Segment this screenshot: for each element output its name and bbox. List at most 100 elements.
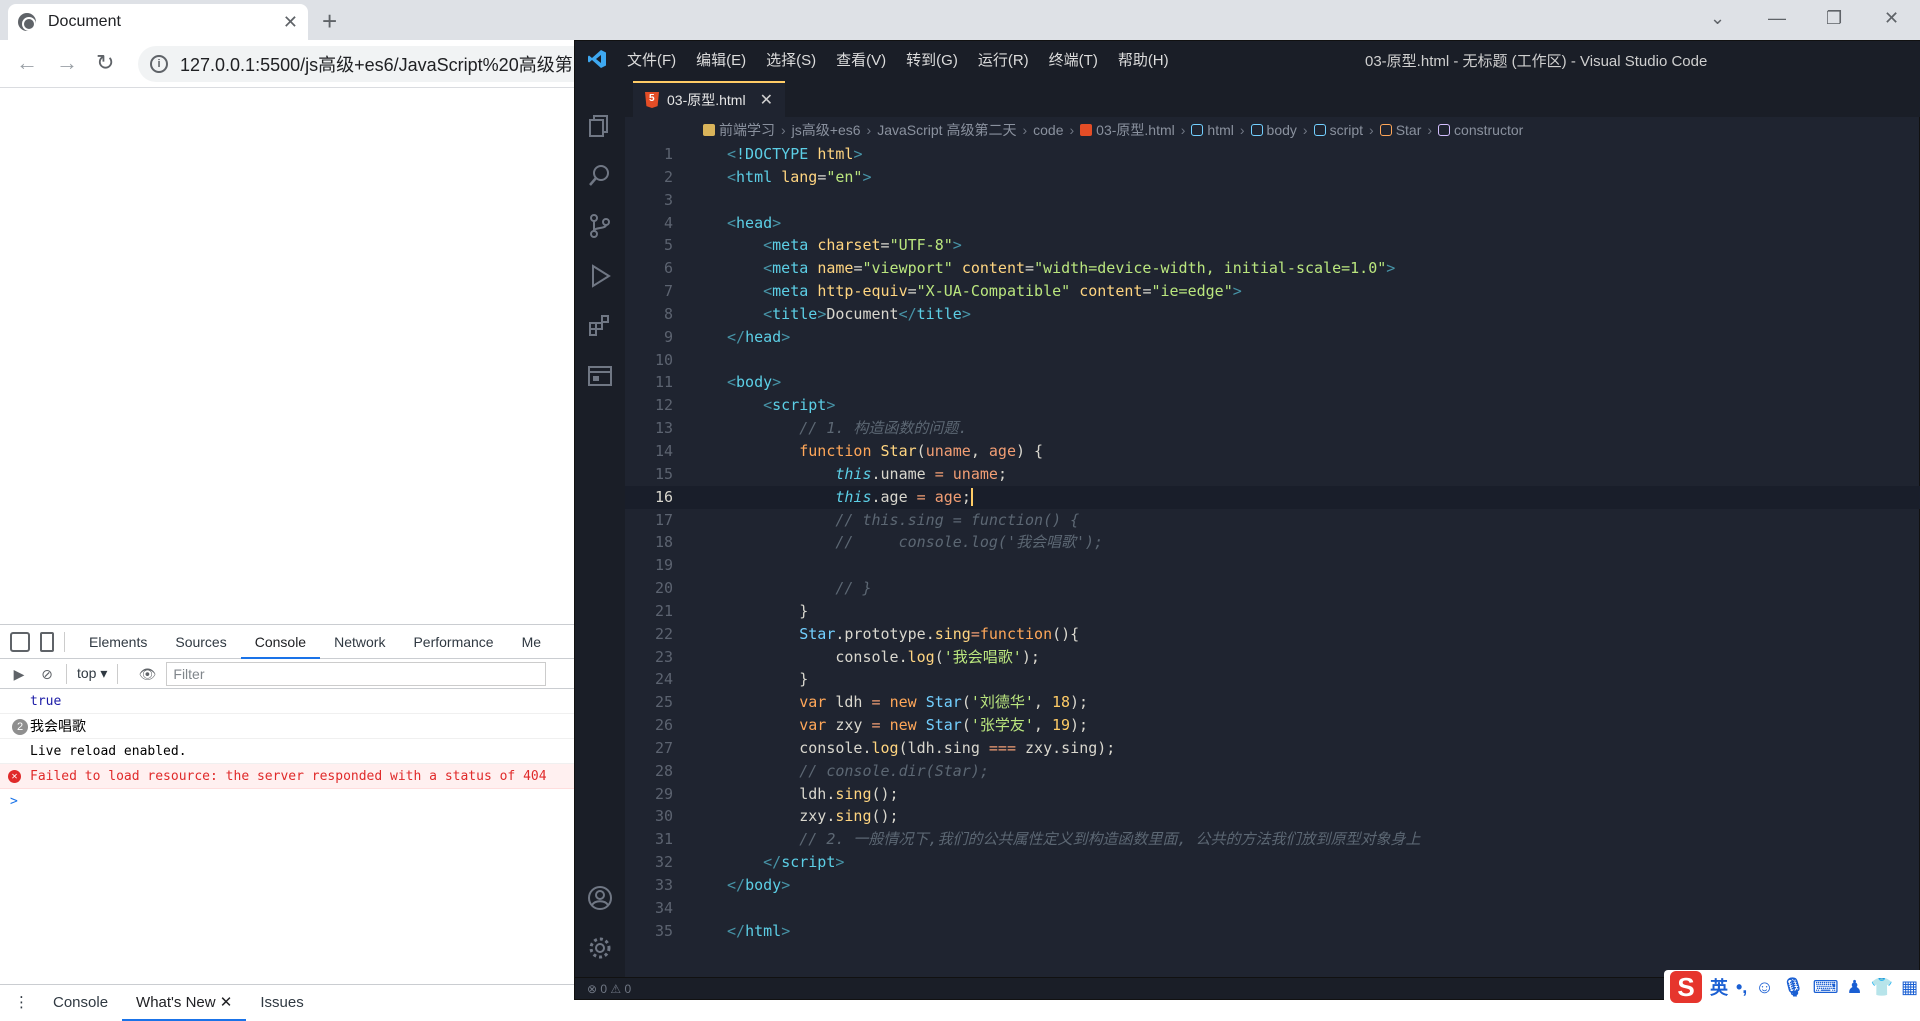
eye-icon[interactable]: 👁 — [138, 666, 157, 682]
code-line[interactable]: 3 — [625, 189, 1920, 212]
menu-run[interactable]: 运行(R) — [978, 49, 1029, 70]
menu-file[interactable]: 文件(F) — [627, 49, 676, 70]
drawer-tab-issues[interactable]: Issues — [246, 985, 317, 1021]
breadcrumb-item[interactable]: body — [1267, 122, 1297, 138]
site-info-icon[interactable]: i — [150, 55, 168, 73]
devtools-tab-performance[interactable]: Performance — [399, 625, 507, 659]
code-line[interactable]: 8 <title>Document</title> — [625, 303, 1920, 326]
breadcrumb-item[interactable]: script — [1330, 122, 1363, 138]
drawer-menu-icon[interactable]: ⋮ — [0, 985, 39, 1021]
remote-explorer-icon[interactable] — [587, 363, 613, 389]
code-line[interactable]: 27 console.log(ldh.sing === zxy.sing); — [625, 737, 1920, 760]
code-line[interactable]: 24 } — [625, 668, 1920, 691]
code-line[interactable]: 33 </body> — [625, 874, 1920, 897]
devtools-tab-network[interactable]: Network — [320, 625, 399, 659]
reload-button[interactable]: ↻ — [96, 50, 114, 76]
menu-selection[interactable]: 选择(S) — [766, 49, 816, 70]
show-sidebar-icon[interactable]: ▶ — [10, 666, 28, 682]
browser-tab[interactable]: Document ✕ — [8, 4, 308, 40]
code-line[interactable]: 17 // this.sing = function() { — [625, 509, 1920, 532]
punctuation-icon[interactable]: •, — [1736, 977, 1747, 998]
devtools-tab-sources[interactable]: Sources — [161, 625, 240, 659]
close-icon[interactable]: ✕ — [220, 994, 233, 1011]
devtools-tab-elements[interactable]: Elements — [75, 625, 161, 659]
grid-menu-icon[interactable]: ▦ — [1901, 977, 1918, 998]
code-line[interactable]: 26 var zxy = new Star('张学友', 19); — [625, 714, 1920, 737]
drawer-tab-whats-new[interactable]: What's New ✕ — [122, 985, 247, 1021]
menu-edit[interactable]: 编辑(E) — [696, 49, 746, 70]
extensions-icon[interactable] — [587, 313, 613, 339]
sogou-logo[interactable]: S — [1670, 971, 1702, 1003]
code-line[interactable]: 9 </head> — [625, 326, 1920, 349]
menu-help[interactable]: 帮助(H) — [1118, 49, 1169, 70]
code-line[interactable]: 2 <html lang="en"> — [625, 166, 1920, 189]
code-line[interactable]: 21 } — [625, 600, 1920, 623]
microphone-icon[interactable]: 🎙 — [1782, 977, 1805, 998]
breadcrumb-item[interactable]: 03-原型.html — [1096, 120, 1175, 140]
code-line[interactable]: 12 <script> — [625, 394, 1920, 417]
menu-terminal[interactable]: 终端(T) — [1049, 49, 1098, 70]
editor-tab-active[interactable]: 03-原型.html ✕ — [633, 81, 785, 117]
account-icon[interactable] — [587, 885, 613, 911]
forward-button[interactable]: → — [56, 50, 78, 76]
code-line[interactable]: 15 this.uname = uname; — [625, 463, 1920, 486]
code-line[interactable]: 16 this.age = age; — [625, 485, 1920, 509]
breadcrumb-item[interactable]: js高级+es6 — [792, 120, 861, 140]
ime-lang-toggle[interactable]: 英 — [1710, 974, 1728, 1000]
close-tab-icon[interactable]: ✕ — [283, 12, 298, 33]
console-prompt[interactable]: > — [0, 789, 580, 814]
settings-gear-icon[interactable] — [587, 935, 613, 961]
code-line[interactable]: 20 // } — [625, 577, 1920, 600]
emoji-icon[interactable]: ☺ — [1755, 977, 1773, 998]
close-tab-icon[interactable]: ✕ — [760, 90, 773, 110]
code-line[interactable]: 10 — [625, 349, 1920, 372]
menu-view[interactable]: 查看(V) — [836, 49, 886, 70]
code-editor[interactable]: 1 <!DOCTYPE html> 2 <html lang="en"> 3 4 <head… — [625, 143, 1920, 963]
keyboard-icon[interactable]: ⌨ — [1813, 977, 1839, 998]
code-line[interactable]: 7 <meta http-equiv="X-UA-Compatible" con… — [625, 280, 1920, 303]
context-selector[interactable]: top ▾ — [77, 665, 107, 682]
devtools-tab-memory[interactable]: Me — [508, 625, 555, 659]
code-line[interactable]: 31 // 2. 一般情况下,我们的公共属性定义到构造函数里面, 公共的方法我们… — [625, 828, 1920, 851]
code-line[interactable]: 30 zxy.sing(); — [625, 805, 1920, 828]
search-icon[interactable] — [587, 163, 613, 189]
console-filter-input[interactable]: Filter — [166, 661, 547, 686]
explorer-icon[interactable] — [587, 113, 613, 139]
code-line[interactable]: 22 Star.prototype.sing=function(){ — [625, 623, 1920, 646]
code-line[interactable]: 29 ldh.sing(); — [625, 783, 1920, 806]
code-line[interactable]: 18 // console.log('我会唱歌'); — [625, 531, 1920, 554]
source-control-icon[interactable] — [587, 213, 613, 239]
breadcrumb-item[interactable]: code — [1033, 122, 1063, 138]
code-line[interactable]: 6 <meta name="viewport" content="width=d… — [625, 257, 1920, 280]
restore-button[interactable]: ❐ — [1826, 8, 1842, 29]
breadcrumb-item[interactable]: Star — [1396, 122, 1422, 138]
menu-go[interactable]: 转到(G) — [906, 49, 958, 70]
device-toolbar-icon[interactable] — [40, 631, 54, 652]
code-line[interactable]: 19 — [625, 554, 1920, 577]
code-line[interactable]: 35 </html> — [625, 920, 1920, 943]
new-tab-button[interactable]: + — [322, 6, 337, 37]
code-line[interactable]: 25 var ldh = new Star('刘德华', 18); — [625, 691, 1920, 714]
code-line[interactable]: 13 // 1. 构造函数的问题. — [625, 417, 1920, 440]
skin-icon[interactable]: 👕 — [1871, 977, 1893, 998]
code-line[interactable]: 1 <!DOCTYPE html> — [625, 143, 1920, 166]
code-line[interactable]: 34 — [625, 897, 1920, 920]
code-line[interactable]: 14 function Star(uname, age) { — [625, 440, 1920, 463]
devtools-tab-console[interactable]: Console — [240, 625, 321, 659]
problems-indicator[interactable]: ⊗ 0 ⚠ 0 — [587, 982, 631, 996]
run-debug-icon[interactable] — [587, 263, 613, 289]
code-line[interactable]: 5 <meta charset="UTF-8"> — [625, 234, 1920, 257]
code-line[interactable]: 11 <body> — [625, 371, 1920, 394]
clear-console-icon[interactable]: ⊘ — [38, 666, 56, 682]
tab-search-icon[interactable]: ⌄ — [1710, 8, 1725, 29]
breadcrumb-item[interactable]: 前端学习 — [719, 120, 775, 140]
breadcrumb-item[interactable]: constructor — [1454, 122, 1523, 138]
minimize-button[interactable]: — — [1768, 8, 1786, 29]
close-window-button[interactable]: ✕ — [1884, 8, 1899, 29]
code-line[interactable]: 23 console.log('我会唱歌'); — [625, 646, 1920, 669]
breadcrumb-item[interactable]: html — [1207, 122, 1233, 138]
code-line[interactable]: 4 <head> — [625, 212, 1920, 235]
drawer-tab-console[interactable]: Console — [39, 985, 122, 1021]
code-line[interactable]: 32 </script> — [625, 851, 1920, 874]
toolbox-icon[interactable]: ♟ — [1847, 977, 1863, 998]
